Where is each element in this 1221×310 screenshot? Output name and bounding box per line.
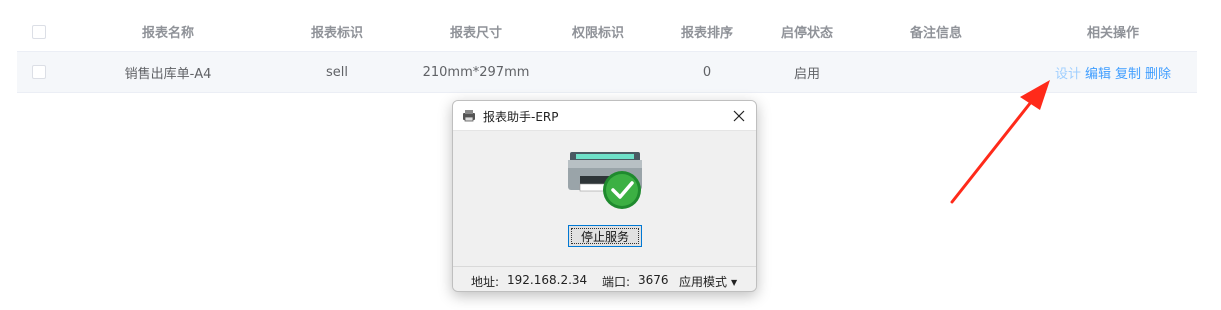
report-table: 报表名称 报表标识 报表尺寸 权限标识 报表排序 启停状态 备注信息 相关操作 …	[17, 12, 1197, 93]
address-label: 地址:	[471, 275, 500, 289]
arrow-annotation	[950, 80, 1050, 204]
cell-sort: 0	[702, 64, 712, 80]
cell-permission	[553, 52, 643, 92]
port-value: 3676	[638, 273, 669, 287]
cell-report-size: 210mm*297mm	[422, 64, 530, 80]
table-header: 报表名称 报表标识 报表尺寸 权限标识 报表排序 启停状态 备注信息 相关操作	[17, 12, 1197, 52]
printer-icon	[568, 152, 642, 209]
close-button[interactable]	[728, 105, 750, 127]
header-report-size: 报表尺寸	[449, 26, 502, 41]
row-checkbox[interactable]	[32, 65, 46, 79]
dialog-statusbar: 地址: 192.168.2.34 端口: 3676 应用模式 ▼	[453, 266, 756, 291]
mode-dropdown[interactable]: 应用模式 ▼	[679, 273, 737, 290]
header-status: 启停状态	[780, 26, 833, 41]
header-permission: 权限标识	[571, 26, 624, 41]
header-report-name: 报表名称	[141, 26, 194, 41]
stop-service-button[interactable]: 停止服务	[568, 225, 642, 247]
copy-link[interactable]: 复制	[1115, 63, 1141, 82]
close-icon	[733, 110, 745, 122]
select-all-checkbox[interactable]	[32, 24, 46, 39]
header-remark: 备注信息	[909, 26, 962, 41]
table-row[interactable]: 销售出库单-A4 sell 210mm*297mm 0 启用 设计 编辑 复制 …	[17, 52, 1197, 93]
cell-actions: 设计 编辑 复制 删除	[1029, 52, 1197, 92]
delete-link[interactable]: 删除	[1145, 63, 1171, 82]
header-actions: 相关操作	[1086, 26, 1139, 41]
design-link[interactable]: 设计	[1055, 63, 1081, 82]
mode-value: 应用模式	[679, 275, 728, 289]
header-checkbox-cell	[17, 12, 61, 51]
cell-report-code: sell	[326, 64, 348, 80]
cell-remark	[843, 52, 1029, 92]
dialog-title: 报表助手-ERP	[483, 110, 559, 124]
port-label: 端口:	[602, 275, 631, 289]
cell-status: 启用	[793, 66, 820, 82]
edit-link[interactable]: 编辑	[1085, 63, 1111, 82]
dropdown-caret-icon: ▼	[731, 278, 738, 287]
row-checkbox-cell	[17, 52, 61, 92]
printer-small-icon	[463, 110, 475, 122]
report-assistant-dialog: 报表助手-ERP 停止服务 地址: 192.168.2.34 端口: 3676 …	[452, 100, 757, 292]
address-value: 192.168.2.34	[507, 273, 588, 287]
cell-report-name: 销售出库单-A4	[124, 66, 212, 82]
header-report-code: 报表标识	[310, 26, 363, 41]
dialog-titlebar: 报表助手-ERP	[453, 101, 756, 131]
header-sort: 报表排序	[680, 26, 733, 41]
